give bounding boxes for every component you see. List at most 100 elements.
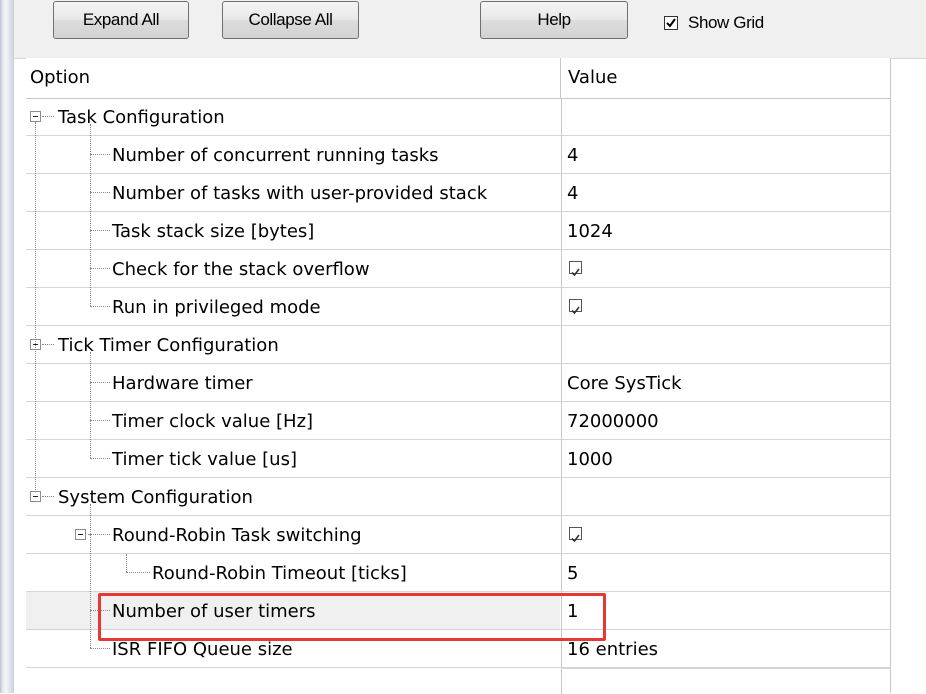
tree-connector	[90, 382, 110, 383]
option-cell[interactable]: Check for the stack overflow	[26, 250, 560, 287]
option-label: Timer tick value [us]	[112, 449, 297, 470]
option-row[interactable]: Timer tick value [us] 1000	[26, 440, 890, 478]
option-cell[interactable]: Timer tick value [us]	[26, 440, 560, 477]
option-label: Task stack size [bytes]	[112, 221, 315, 242]
option-row[interactable]: Check for the stack overflow	[26, 250, 890, 288]
option-label: Hardware timer	[112, 373, 253, 394]
value-text: 1024	[567, 221, 613, 242]
value-cell[interactable]	[561, 326, 891, 363]
value-text: 1000	[567, 449, 613, 470]
option-row[interactable]: Task stack size [bytes] 1024	[26, 212, 890, 250]
column-separator[interactable]	[560, 58, 561, 98]
value-cell[interactable]: 16 entries	[561, 630, 891, 667]
value-checkbox[interactable]	[569, 299, 582, 315]
group-row[interactable]: System Configuration	[26, 478, 890, 516]
value-checkbox[interactable]	[569, 261, 582, 277]
value-text: 5	[567, 563, 579, 584]
minus-box-icon[interactable]	[30, 111, 41, 122]
option-row[interactable]: Round-Robin Task switching	[26, 516, 890, 554]
tree-connector	[90, 268, 110, 269]
option-label: Round-Robin Timeout [ticks]	[152, 563, 407, 584]
option-label: System Configuration	[58, 487, 253, 508]
minus-box-icon[interactable]	[75, 529, 86, 540]
option-row[interactable]: Number of concurrent running tasks 4	[26, 136, 890, 174]
collapse-all-button[interactable]: Collapse All	[222, 1, 359, 39]
value-cell[interactable]	[561, 250, 891, 287]
option-row[interactable]: Round-Robin Timeout [ticks] 5	[26, 554, 890, 592]
option-row[interactable]: Timer clock value [Hz] 72000000	[26, 402, 890, 440]
expand-all-button[interactable]: Expand All	[53, 1, 189, 39]
tree-connector	[90, 154, 110, 155]
value-cell[interactable]: 4	[561, 136, 891, 173]
value-cell[interactable]: 72000000	[561, 402, 891, 439]
group-row[interactable]: Task Configuration	[26, 98, 890, 136]
option-cell[interactable]: Number of concurrent running tasks	[26, 136, 560, 173]
option-label: Run in privileged mode	[112, 297, 321, 318]
window-frame-edge	[0, 0, 14, 693]
highlight-box	[98, 593, 606, 641]
toolbar: Expand All Collapse All Help Show Grid	[14, 0, 926, 59]
tree-connector	[90, 124, 91, 306]
value-text: 16 entries	[567, 639, 659, 660]
group-row[interactable]: Tick Timer Configuration	[26, 326, 890, 364]
value-checkbox[interactable]	[569, 527, 582, 543]
option-label: Tick Timer Configuration	[58, 335, 279, 356]
option-row[interactable]: Number of tasks with user-provided stack…	[26, 174, 890, 212]
minus-box-icon[interactable]	[30, 491, 41, 502]
option-label: Check for the stack overflow	[112, 259, 370, 280]
tree-connector	[90, 352, 91, 458]
option-row[interactable]: Hardware timer Core SysTick	[26, 364, 890, 402]
tree-connector	[90, 504, 91, 648]
value-cell[interactable]	[561, 478, 891, 515]
value-text: Core SysTick	[567, 373, 682, 394]
option-label: Number of tasks with user-provided stack	[112, 183, 488, 204]
value-cell[interactable]: 1000	[561, 440, 891, 477]
option-cell[interactable]: Task stack size [bytes]	[26, 212, 560, 249]
check-icon	[571, 534, 580, 543]
show-grid-label: Show Grid	[688, 13, 764, 32]
grid-empty-row	[26, 668, 891, 694]
show-grid-checkbox[interactable]	[664, 16, 678, 30]
check-icon	[666, 18, 676, 28]
grid-header: Option Value	[26, 58, 890, 99]
option-cell[interactable]: Round-Robin Task switching	[26, 516, 560, 553]
tree-connector	[35, 122, 36, 492]
tree-connector	[90, 192, 110, 193]
tree-connector	[90, 306, 110, 307]
value-cell[interactable]: 4	[561, 174, 891, 211]
tree-connector	[42, 344, 54, 345]
option-cell[interactable]: Round-Robin Timeout [ticks]	[26, 554, 560, 591]
option-label: Timer clock value [Hz]	[112, 411, 314, 432]
value-text: 4	[567, 183, 579, 204]
value-cell[interactable]	[561, 98, 891, 135]
option-row[interactable]: Run in privileged mode	[26, 288, 890, 326]
option-cell[interactable]: Task Configuration	[26, 98, 560, 135]
option-cell[interactable]: System Configuration	[26, 478, 560, 515]
tree-connector	[126, 572, 150, 573]
value-text: 4	[567, 145, 579, 166]
value-text: 72000000	[567, 411, 659, 432]
option-cell[interactable]: Hardware timer	[26, 364, 560, 401]
tree-connector	[126, 554, 127, 572]
show-grid-toggle[interactable]: Show Grid	[664, 10, 764, 36]
column-header-option[interactable]: Option	[30, 67, 90, 88]
column-header-value[interactable]: Value	[568, 67, 617, 88]
value-cell	[561, 668, 891, 694]
tree-connector	[90, 458, 110, 459]
value-cell[interactable]	[561, 288, 891, 325]
check-icon	[571, 306, 580, 315]
value-cell[interactable]: 1	[561, 592, 891, 629]
value-cell[interactable]: Core SysTick	[561, 364, 891, 401]
tree-connector	[42, 116, 54, 117]
option-label: Round-Robin Task switching	[112, 525, 362, 546]
option-cell[interactable]: Run in privileged mode	[26, 288, 560, 325]
tree-connector	[90, 648, 110, 649]
option-cell[interactable]: Number of tasks with user-provided stack	[26, 174, 560, 211]
value-cell[interactable]	[561, 516, 891, 553]
option-cell[interactable]: Tick Timer Configuration	[26, 326, 560, 363]
help-button[interactable]: Help	[480, 1, 628, 39]
value-cell[interactable]: 5	[561, 554, 891, 591]
value-cell[interactable]: 1024	[561, 212, 891, 249]
option-cell[interactable]: Timer clock value [Hz]	[26, 402, 560, 439]
option-label: ISR FIFO Queue size	[112, 639, 293, 660]
